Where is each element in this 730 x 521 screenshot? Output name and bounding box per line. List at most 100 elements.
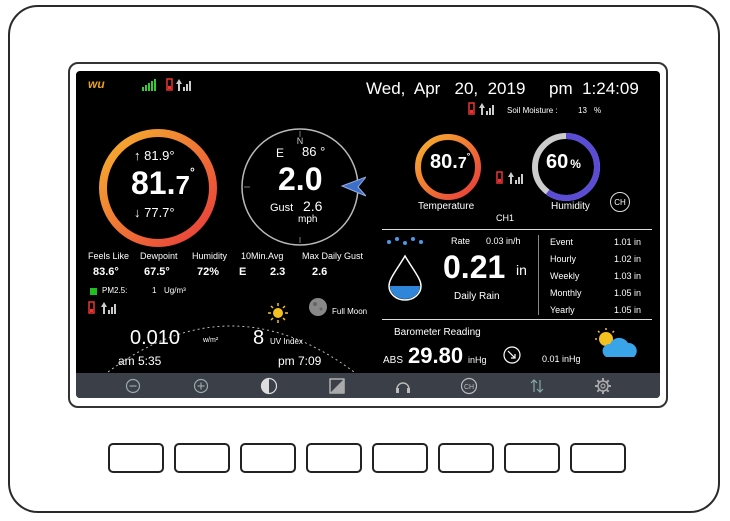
indoor-temp-unit: °: [466, 151, 471, 161]
rain-column-divider: [538, 235, 539, 315]
pressure-trend-icon: [503, 346, 521, 364]
hardware-button-8[interactable]: [570, 443, 626, 473]
wind-unit: mph: [298, 214, 318, 225]
sun-icon: [268, 303, 288, 323]
ch-icon[interactable]: CH: [458, 376, 480, 396]
wind-direction-degrees: 86 °: [302, 144, 326, 159]
ten-min-avg-value: 2.3: [270, 266, 286, 278]
moon-icon: [309, 298, 327, 316]
pm25-value: 1: [152, 286, 157, 295]
weather-display: wu Wed, Apr 20, 2019 pm 1:24:09 Soil Moi…: [76, 71, 660, 398]
rain-hourly-value: 1.02 in: [614, 254, 642, 264]
rain-rate-label: Rate: [451, 236, 471, 246]
daily-rain-label: Daily Rain: [454, 291, 500, 302]
rain-hourly-label: Hourly: [550, 254, 577, 264]
outdoor-temp-main: 81.: [131, 165, 176, 201]
max-daily-gust-label: Max Daily Gust: [302, 251, 364, 261]
wind-direction: E: [276, 146, 285, 160]
solar-radiation-unit: w/m²: [203, 337, 219, 344]
humidity-value: 60: [546, 151, 569, 173]
rain-bottom-divider: [382, 319, 652, 320]
sunrise-time: am 5:35: [118, 354, 162, 368]
humidity-label: Humidity: [551, 201, 590, 212]
contrast-icon[interactable]: [258, 376, 280, 396]
soil-battery-icon: [468, 102, 475, 115]
outdoor-temp-decimal: 7: [175, 170, 190, 200]
humidity-stat-label: Humidity: [192, 251, 228, 261]
moon-phase-label: Full Moon: [332, 307, 368, 316]
rain-yearly-value: 1.05 in: [614, 305, 642, 315]
gear-icon[interactable]: [592, 376, 614, 396]
indoor-temp-main: 80.: [430, 151, 458, 173]
barometer-label: Barometer Reading: [394, 327, 481, 338]
rain-yearly-label: Yearly: [550, 305, 575, 315]
indoor-signal-icon: [508, 172, 523, 184]
rain-stats-labels: Event Hourly Weekly Monthly Yearly: [550, 234, 582, 319]
outdoor-temp-low: ↓ 77.7°: [134, 205, 175, 220]
uv-index-value: 8: [253, 327, 265, 349]
pressure-trend-value: 0.01 inHg: [542, 354, 581, 364]
humidity-stat-value: 72%: [197, 266, 220, 278]
daily-rain-value: 0.21: [443, 249, 506, 285]
barometer-unit: inHg: [468, 355, 487, 365]
outdoor-temp-high: ↑ 81.9°: [134, 148, 175, 163]
channel-label: CH1: [496, 213, 515, 223]
outdoor-temp: 81.7°: [131, 165, 195, 202]
rain-monthly-label: Monthly: [550, 288, 582, 298]
brightness-icon[interactable]: [326, 376, 348, 396]
rain-weekly-label: Weekly: [550, 271, 580, 281]
hardware-button-4[interactable]: [306, 443, 362, 473]
indoor-temp: 80.7°: [430, 151, 470, 174]
dewpoint-value: 67.5°: [144, 266, 170, 278]
rain-drops-icon: [387, 237, 423, 245]
rain-monthly-value: 1.05 in: [614, 288, 642, 298]
wu-logo: wu: [88, 77, 105, 91]
hardware-button-3[interactable]: [240, 443, 296, 473]
soil-signal-icon: [479, 103, 494, 115]
indoor-battery-icon: [496, 171, 503, 184]
rain-top-divider: [382, 229, 652, 230]
gust-value: 2.6: [303, 198, 323, 214]
hardware-button-2[interactable]: [174, 443, 230, 473]
headset-icon[interactable]: [392, 376, 414, 396]
signal-icon: [142, 79, 156, 91]
rain-event-value: 1.01 in: [614, 237, 642, 247]
soil-moisture-unit: %: [594, 106, 602, 115]
channel-cycle-button[interactable]: CH: [610, 192, 630, 212]
pm25-unit: Ug/m³: [164, 286, 186, 295]
rain-rate-value: 0.03 in/h: [486, 236, 521, 246]
channel-cycle-label: CH: [614, 197, 626, 207]
plus-circle-icon[interactable]: [190, 376, 212, 396]
sunset-time: pm 7:09: [278, 354, 322, 368]
hardware-button-7[interactable]: [504, 443, 560, 473]
hardware-button-1[interactable]: [108, 443, 164, 473]
daily-rain-unit: in: [516, 262, 527, 278]
pm25-battery-icon: [88, 301, 95, 314]
battery-low-icon: [166, 78, 173, 91]
wind-direction-arrow: [340, 176, 366, 197]
uv-index-label: UV Index: [270, 337, 303, 346]
ten-min-avg-direction: E: [239, 266, 247, 278]
gust-label: Gust: [270, 202, 294, 214]
feels-like-label: Feels Like: [88, 251, 130, 261]
indoor-temp-decimal: 7: [457, 155, 467, 172]
hardware-button-5[interactable]: [372, 443, 428, 473]
partly-cloudy-icon: [595, 328, 637, 357]
barometer-abs-label: ABS: [383, 355, 404, 366]
solar-radiation-value: 0.010: [130, 327, 181, 349]
pm25-status-indicator: [90, 288, 97, 295]
rain-weekly-value: 1.03 in: [614, 271, 642, 281]
wind-speed: 2.0: [278, 161, 323, 197]
humidity-unit: %: [570, 157, 581, 171]
hardware-button-6[interactable]: [438, 443, 494, 473]
sort-arrows-icon[interactable]: [526, 376, 548, 396]
indoor-temp-label: Temperature: [418, 201, 475, 212]
rain-event-label: Event: [550, 237, 574, 247]
bottom-toolbar: CH: [76, 373, 660, 398]
pm25-label: PM2.5:: [102, 286, 128, 295]
outdoor-temp-unit: °: [189, 165, 195, 179]
feels-like-value: 83.6°: [93, 266, 119, 278]
soil-moisture-value: 13: [578, 106, 587, 115]
barometer-value: 29.80: [408, 343, 464, 368]
minus-circle-icon[interactable]: [122, 376, 144, 396]
